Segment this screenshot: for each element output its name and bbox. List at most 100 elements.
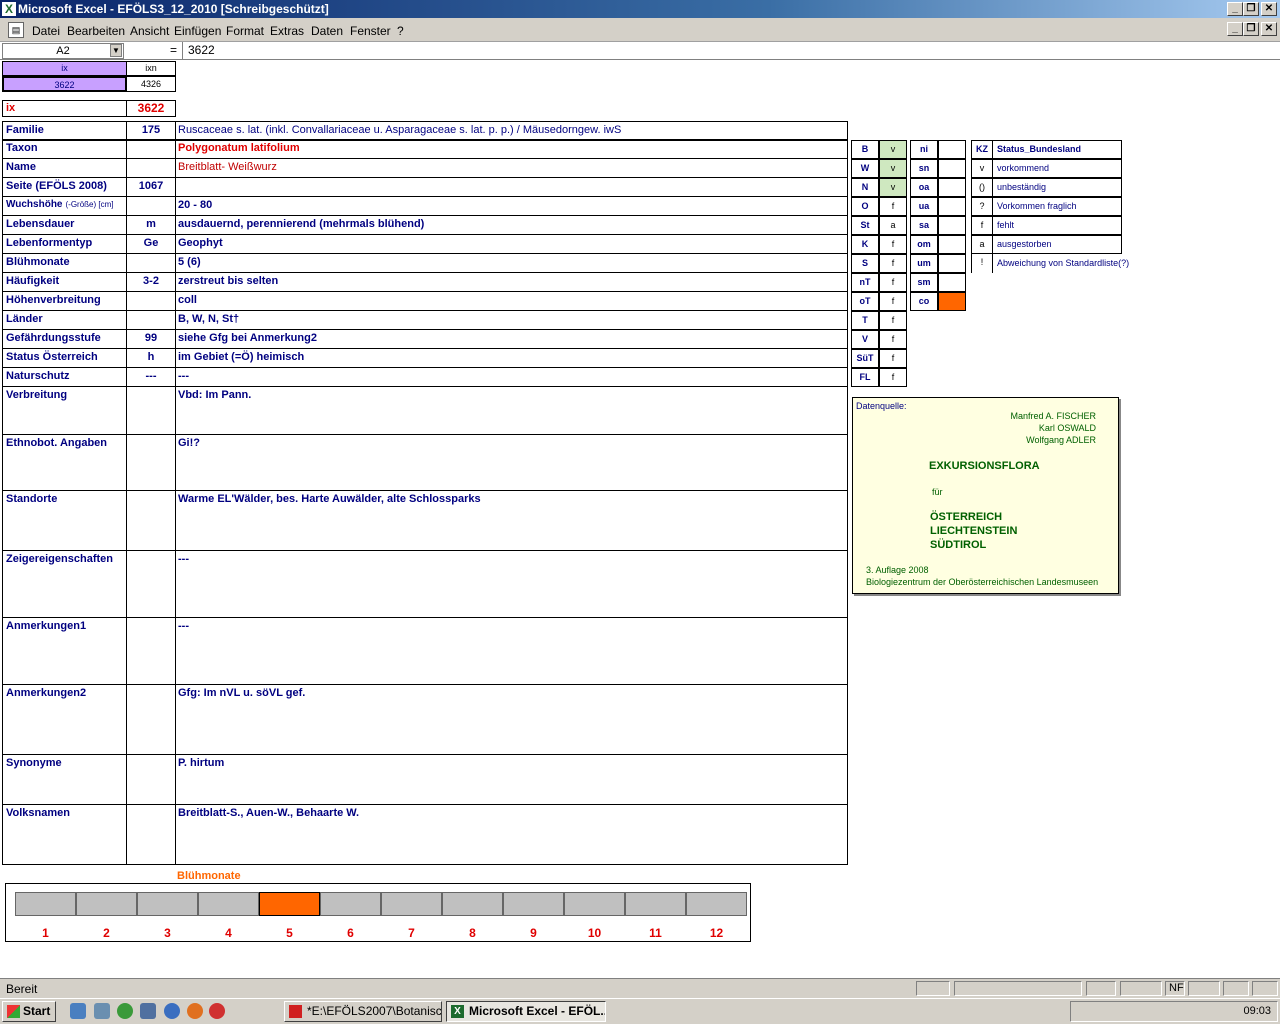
menu-bearbeiten[interactable]: Bearbeiten <box>67 24 125 38</box>
block-label[interactable]: Ethnobot. Angaben <box>2 434 127 491</box>
laender-code[interactable]: N <box>851 178 879 197</box>
workbook-restore-button[interactable]: ❐ <box>1243 22 1259 36</box>
laender-status[interactable]: f <box>879 292 907 311</box>
region-code[interactable]: om <box>910 235 938 254</box>
laender-code[interactable]: S <box>851 254 879 273</box>
row-label[interactable]: Name <box>2 158 127 178</box>
region-code[interactable]: sa <box>910 216 938 235</box>
region-status[interactable] <box>938 292 966 311</box>
row-code[interactable]: --- <box>126 367 176 387</box>
laender-code[interactable]: St <box>851 216 879 235</box>
laender-code[interactable]: B <box>851 140 879 159</box>
row-code[interactable]: 99 <box>126 329 176 349</box>
region-status[interactable] <box>938 178 966 197</box>
row-label[interactable]: Häufigkeit <box>2 272 127 292</box>
menu-daten[interactable]: Daten <box>311 24 343 38</box>
region-code[interactable]: oa <box>910 178 938 197</box>
block-code[interactable] <box>126 490 176 551</box>
block-code[interactable] <box>126 386 176 435</box>
region-code[interactable]: ni <box>910 140 938 159</box>
row-value[interactable]: siehe Gfg bei Anmerkung2 <box>175 329 848 349</box>
row-label[interactable]: Lebensdauer <box>2 215 127 235</box>
ix-header-cell[interactable]: ix <box>2 61 127 76</box>
block-label[interactable]: Standorte <box>2 490 127 551</box>
laender-status[interactable]: v <box>879 140 907 159</box>
row-value[interactable]: Geophyt <box>175 234 848 254</box>
row-code[interactable] <box>126 158 176 178</box>
workbook-icon[interactable]: ▤ <box>8 22 24 38</box>
laender-code[interactable]: nT <box>851 273 879 292</box>
region-code[interactable]: sn <box>910 159 938 178</box>
row-value[interactable]: Breitblatt- Weißwurz <box>175 158 848 178</box>
laender-status[interactable]: v <box>879 159 907 178</box>
formula-input[interactable]: 3622 <box>188 43 215 57</box>
menu-datei[interactable]: Datei <box>32 24 60 38</box>
row-label[interactable]: Blühmonate <box>2 253 127 273</box>
row-value[interactable]: im Gebiet (=Ö) heimisch <box>175 348 848 368</box>
row-label[interactable]: Gefährdungsstufe <box>2 329 127 349</box>
menu-extras[interactable]: Extras <box>270 24 304 38</box>
menu-einfuegen[interactable]: Einfügen <box>174 24 221 38</box>
name-box[interactable]: A2 <box>2 43 124 59</box>
block-value[interactable]: Vbd: Im Pann. <box>175 386 848 435</box>
block-code[interactable] <box>126 550 176 618</box>
taskbar-item-explorer[interactable]: *E:\EFÖLS2007\Botanisc... <box>284 1001 442 1022</box>
row-code[interactable]: 3-2 <box>126 272 176 292</box>
block-label[interactable]: Anmerkungen1 <box>2 617 127 685</box>
ixn-header-cell[interactable]: ixn <box>126 61 176 76</box>
block-label[interactable]: Anmerkungen2 <box>2 684 127 755</box>
quicklaunch-icon[interactable] <box>94 1003 110 1019</box>
row-label[interactable]: Status Österreich <box>2 348 127 368</box>
quicklaunch-icon[interactable] <box>70 1003 86 1019</box>
row-code[interactable]: Ge <box>126 234 176 254</box>
row-value[interactable]: coll <box>175 291 848 311</box>
block-value[interactable]: P. hirtum <box>175 754 848 805</box>
region-code[interactable]: um <box>910 254 938 273</box>
laender-code[interactable]: V <box>851 330 879 349</box>
row-label[interactable]: Wuchshöhe (-Größe) [cm] <box>2 196 127 216</box>
region-status[interactable] <box>938 216 966 235</box>
minimize-button[interactable]: _ <box>1227 2 1243 16</box>
laender-status[interactable]: f <box>879 273 907 292</box>
row-value[interactable]: ausdauernd, perennierend (mehrmals blühe… <box>175 215 848 235</box>
workbook-minimize-button[interactable]: _ <box>1227 22 1243 36</box>
taskbar-item-excel[interactable]: X Microsoft Excel - EFÖL... <box>446 1001 606 1022</box>
row-label[interactable]: Lebenformentyp <box>2 234 127 254</box>
laender-code[interactable]: FL <box>851 368 879 387</box>
ix-number-cell[interactable]: 3622 <box>126 100 176 117</box>
block-value[interactable]: Gfg: Im nVL u. söVL gef. <box>175 684 848 755</box>
region-status[interactable] <box>938 140 966 159</box>
quicklaunch-icon[interactable] <box>140 1003 156 1019</box>
row-value[interactable]: B, W, N, St† <box>175 310 848 330</box>
laender-code[interactable]: K <box>851 235 879 254</box>
laender-status[interactable]: f <box>879 330 907 349</box>
laender-code[interactable]: W <box>851 159 879 178</box>
laender-status[interactable]: a <box>879 216 907 235</box>
block-label[interactable]: Volksnamen <box>2 804 127 865</box>
block-value[interactable]: --- <box>175 617 848 685</box>
ixn-value-cell[interactable]: 4326 <box>126 76 176 92</box>
close-button[interactable]: ✕ <box>1261 2 1277 16</box>
maximize-button[interactable]: ❐ <box>1243 2 1259 16</box>
block-code[interactable] <box>126 434 176 491</box>
laender-code[interactable]: oT <box>851 292 879 311</box>
block-label[interactable]: Verbreitung <box>2 386 127 435</box>
block-value[interactable]: Breitblatt-S., Auen-W., Behaarte W. <box>175 804 848 865</box>
menu-ansicht[interactable]: Ansicht <box>130 24 169 38</box>
row-code[interactable]: 175 <box>126 121 176 141</box>
row-value[interactable]: Polygonatum latifolium <box>175 139 848 159</box>
region-code[interactable]: co <box>910 292 938 311</box>
chrome-icon[interactable] <box>209 1003 225 1019</box>
workbook-close-button[interactable]: ✕ <box>1261 22 1277 36</box>
row-code[interactable] <box>126 253 176 273</box>
row-code[interactable]: 1067 <box>126 177 176 197</box>
row-label[interactable]: Höhenverbreitung <box>2 291 127 311</box>
block-code[interactable] <box>126 804 176 865</box>
region-status[interactable] <box>938 159 966 178</box>
row-value[interactable]: 5 (6) <box>175 253 848 273</box>
region-code[interactable]: sm <box>910 273 938 292</box>
row-code[interactable]: m <box>126 215 176 235</box>
block-value[interactable]: Gi!? <box>175 434 848 491</box>
row-value[interactable]: zerstreut bis selten <box>175 272 848 292</box>
row-label[interactable]: Familie <box>2 121 127 141</box>
